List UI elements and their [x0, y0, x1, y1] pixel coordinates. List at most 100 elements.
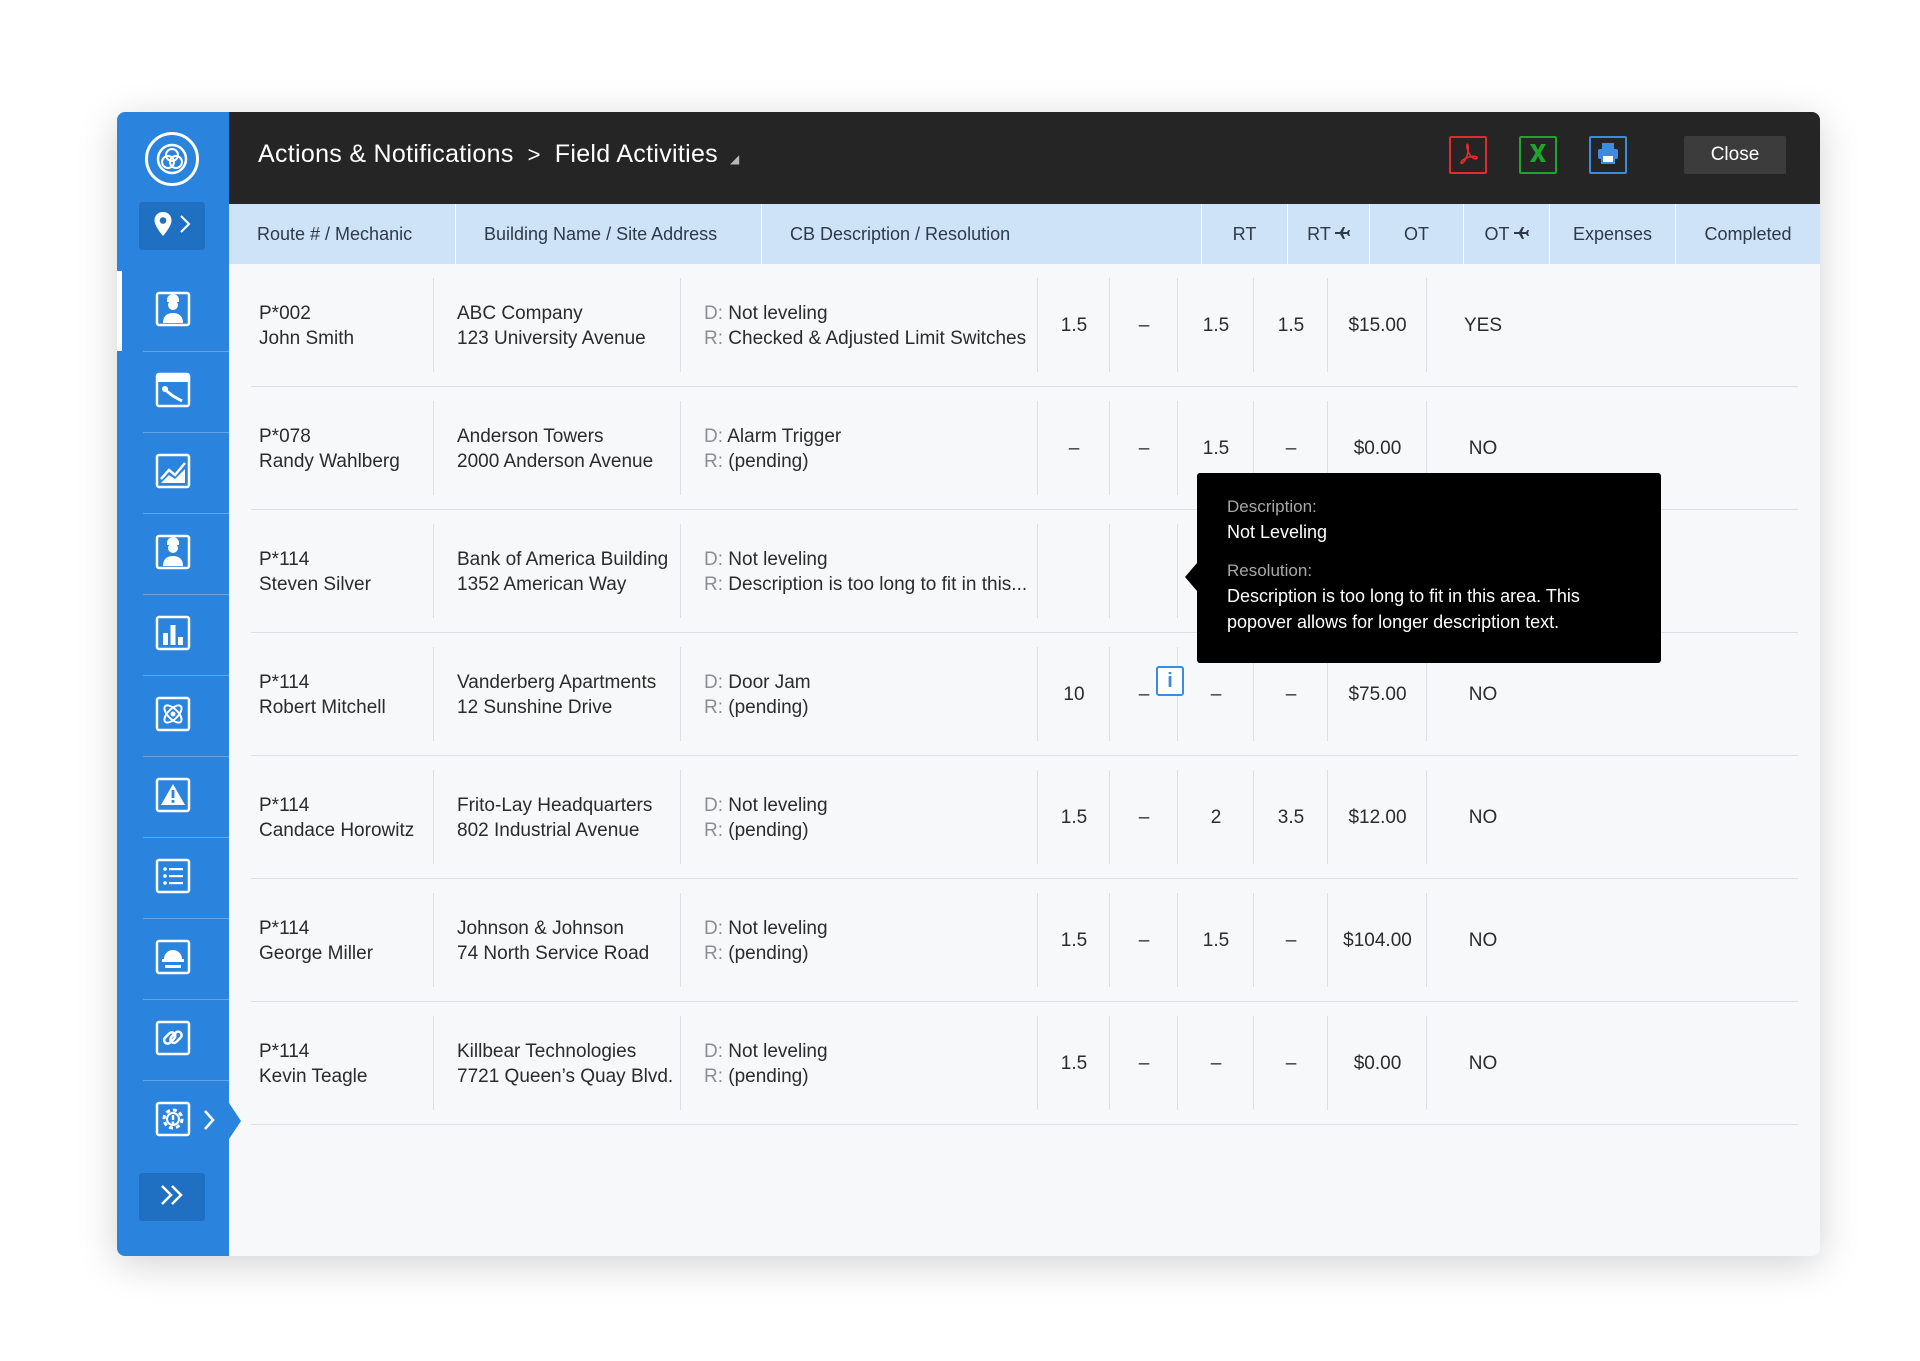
atom-icon — [155, 696, 191, 737]
cell-rt-travel: – — [1110, 879, 1178, 1002]
building-name: Killbear Technologies — [457, 1040, 637, 1062]
resolution-line: R: Checked & Adjusted Limit Switches — [704, 326, 1038, 351]
cell-rt-travel: – — [1110, 756, 1178, 879]
table-row[interactable]: P*002 John Smith ABC Company 123 University… — [251, 264, 1798, 387]
cell-description-resolution: D: Not leveling R: (pending) — [681, 1002, 1038, 1125]
resolution-text: (pending) — [728, 450, 809, 472]
description-popover: Description: Not Leveling Resolution: De… — [1185, 473, 1661, 663]
cell-route-mechanic: P*114 George Miller — [251, 879, 434, 1002]
worker-icon — [155, 291, 191, 332]
cell-route-mechanic: P*078 Randy Wahlberg — [251, 387, 434, 510]
table-row[interactable]: P*114 Kevin Teagle Killbear Technologies 77… — [251, 1002, 1798, 1125]
breadcrumb: Actions & Notifications > Field Activiti… — [258, 140, 740, 169]
airplane-icon — [1334, 224, 1350, 245]
link-icon — [155, 1020, 191, 1061]
site-address: 12 Sunshine Drive — [457, 696, 613, 718]
table-row[interactable]: P*114 George Miller Johnson & Johnson 74 No… — [251, 879, 1798, 1002]
export-excel-button[interactable] — [1519, 136, 1557, 174]
cell-rt: 1.5 — [1038, 879, 1110, 1002]
route-number: P*114 — [259, 548, 310, 570]
cell-rt: 10 — [1038, 633, 1110, 756]
cell-rt-travel: – — [1110, 264, 1178, 387]
resolution-prefix: R: — [704, 573, 723, 595]
nav-links[interactable] — [117, 1000, 229, 1080]
description-line: D: Not leveling — [704, 916, 1038, 941]
site-address: 7721 Queen’s Quay Blvd. — [457, 1065, 674, 1087]
resolution-line: R: (pending) — [704, 449, 1038, 474]
mechanic-name: George Miller — [259, 942, 374, 964]
cell-description-resolution: D: Door Jam R: (pending) — [681, 633, 1038, 756]
info-icon[interactable]: i — [1156, 666, 1184, 696]
building-name: Frito-Lay Headquarters — [457, 794, 653, 816]
column-header-expenses[interactable]: Expenses — [1550, 204, 1676, 264]
route-number: P*114 — [259, 794, 310, 816]
cell-building-address: Johnson & Johnson 74 North Service Road — [434, 879, 681, 1002]
nav-list[interactable] — [117, 838, 229, 918]
chevron-right-icon — [203, 1109, 215, 1136]
cell-rt: 1.5 — [1038, 1002, 1110, 1125]
close-button[interactable]: Close — [1684, 136, 1786, 174]
column-header-building[interactable]: Building Name / Site Address — [456, 204, 762, 264]
site-address: 802 Industrial Avenue — [457, 819, 640, 841]
column-header-ot[interactable]: OT — [1370, 204, 1464, 264]
cell-ot-travel: 1.5 — [1254, 264, 1328, 387]
cell-ot: 1.5 — [1178, 264, 1254, 387]
resolution-line: R: (pending) — [704, 818, 1038, 843]
double-chevron-right-icon — [159, 1184, 185, 1211]
cell-expenses: $0.00 — [1328, 1002, 1427, 1125]
breadcrumb-parent[interactable]: Actions & Notifications — [258, 140, 514, 169]
logo-icon[interactable] — [145, 132, 199, 186]
nav-systems[interactable] — [117, 676, 229, 756]
resolution-line: R: (pending) — [704, 941, 1038, 966]
resolution-prefix: R: — [704, 1065, 723, 1087]
nav-settings[interactable] — [117, 1081, 241, 1161]
column-header-rt-travel[interactable]: RT — [1288, 204, 1370, 264]
mechanic-name: Steven Silver — [259, 573, 371, 595]
export-pdf-button[interactable] — [1449, 136, 1487, 174]
column-header-ot-travel[interactable]: OT — [1464, 204, 1550, 264]
cell-completed: NO — [1468, 930, 1498, 951]
route-number: P*078 — [259, 425, 311, 447]
popover-resolution-label: Resolution: — [1227, 561, 1313, 580]
cell-expenses: $12.00 — [1328, 756, 1427, 879]
cell-route-mechanic: P*114 Candace Horowitz — [251, 756, 434, 879]
column-header-description[interactable]: CB Description / Resolution — [762, 204, 1202, 264]
breadcrumb-current[interactable]: Field Activities — [555, 140, 718, 169]
expand-sidebar-button[interactable] — [139, 1173, 205, 1221]
column-header-rt[interactable]: RT — [1202, 204, 1288, 264]
nav-reports[interactable] — [117, 595, 229, 675]
route-number: P*114 — [259, 671, 310, 693]
cell-completed: NO — [1468, 807, 1498, 828]
route-number: P*114 — [259, 1040, 310, 1062]
nav-toolbox[interactable] — [117, 352, 229, 432]
table-row[interactable]: P*114 Candace Horowitz Frito-Lay Headquart… — [251, 756, 1798, 879]
column-header-route[interactable]: Route # / Mechanic — [229, 204, 456, 264]
nav-alerts[interactable] — [117, 757, 229, 837]
nav-field-activities[interactable] — [117, 271, 229, 351]
list-icon — [155, 858, 191, 899]
location-button[interactable] — [139, 202, 205, 250]
nav-mechanics[interactable] — [117, 514, 229, 594]
column-header-completed[interactable]: Completed — [1676, 204, 1820, 264]
description-line: D: Not leveling — [704, 793, 1038, 818]
excel-icon — [1526, 141, 1550, 170]
description-prefix: D: — [704, 548, 723, 570]
column-header-ot-travel-label: OT — [1484, 223, 1510, 244]
popover-resolution-text: Description is too long to fit in this a… — [1227, 586, 1580, 632]
print-button[interactable] — [1589, 136, 1627, 174]
cell-completed: NO — [1468, 1053, 1498, 1074]
app-window: Actions & Notifications > Field Activiti… — [117, 112, 1820, 1256]
location-pin-icon — [153, 211, 173, 242]
nav-maintenance[interactable] — [117, 919, 229, 999]
column-header-rt-travel-label: RT — [1307, 223, 1331, 244]
caret-down-icon[interactable]: ◢ — [730, 152, 740, 166]
header-bar: Actions & Notifications > Field Activiti… — [229, 112, 1820, 204]
description-text: Not leveling — [728, 302, 828, 324]
description-line: D: Not leveling — [704, 301, 1038, 326]
popover-description-label: Description: — [1227, 497, 1317, 516]
table-body: P*002 John Smith ABC Company 123 University… — [229, 264, 1820, 1125]
nav-analytics[interactable] — [117, 433, 229, 513]
cell-expenses: $104.00 — [1328, 879, 1427, 1002]
cell-rt: – — [1038, 387, 1110, 510]
description-text: Alarm Trigger — [727, 425, 842, 447]
